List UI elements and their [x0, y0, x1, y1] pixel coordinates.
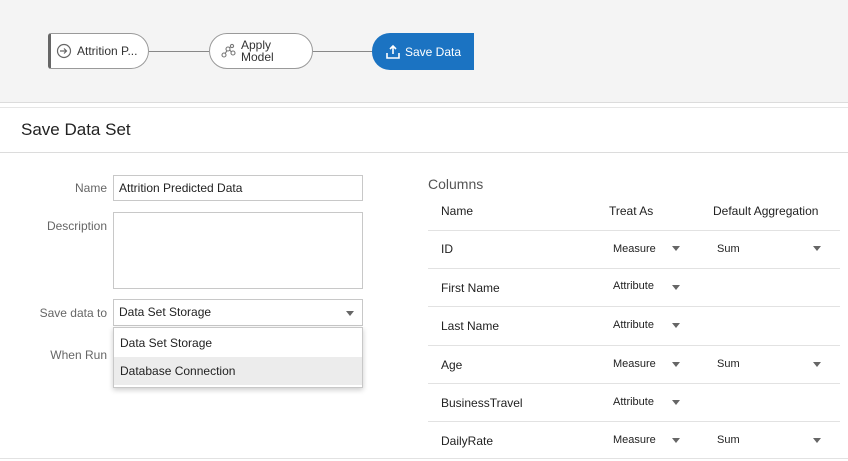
- flow-node-save-data[interactable]: Save Data: [372, 33, 474, 70]
- treat-as-select[interactable]: Attribute: [613, 268, 654, 305]
- name-input[interactable]: [113, 175, 363, 201]
- flow-node-apply-label-2: Model: [241, 50, 274, 64]
- table-row: First Name Attribute: [428, 268, 840, 306]
- chevron-down-icon[interactable]: [672, 285, 680, 290]
- flow-connector: [313, 51, 372, 52]
- panel-header: Save Data Set: [0, 107, 848, 153]
- name-label: Name: [74, 181, 107, 195]
- chevron-down-icon[interactable]: [813, 362, 821, 367]
- flow-node-apply-model[interactable]: Apply Model: [209, 33, 313, 69]
- divider: [0, 458, 848, 459]
- aggregation-select[interactable]: Sum: [717, 231, 740, 268]
- row-name: ID: [441, 242, 453, 256]
- chevron-down-icon[interactable]: [672, 323, 680, 328]
- dataset-source-icon: [56, 43, 72, 59]
- chevron-down-icon: [346, 311, 354, 316]
- save-to-select[interactable]: Data Set Storage: [113, 299, 363, 326]
- data-flow-canvas: Attrition P... Apply Model Save Data: [0, 0, 848, 103]
- description-label: Description: [46, 219, 107, 233]
- column-header-treat-as: Treat As: [609, 204, 654, 218]
- apply-model-icon: [221, 43, 236, 58]
- table-row: Age Measure Sum: [428, 345, 840, 383]
- chevron-down-icon[interactable]: [672, 438, 680, 443]
- save-to-label: Save data to: [39, 306, 107, 320]
- row-name: Last Name: [441, 319, 500, 333]
- chevron-down-icon[interactable]: [813, 438, 821, 443]
- treat-as-select[interactable]: Attribute: [613, 307, 654, 344]
- row-name: DailyRate: [441, 434, 494, 448]
- flow-node-source[interactable]: Attrition P...: [48, 33, 149, 69]
- table-row: DailyRate Measure Sum: [428, 421, 840, 459]
- chevron-down-icon[interactable]: [672, 246, 680, 251]
- flow-connector: [149, 51, 209, 52]
- table-row: Last Name Attribute: [428, 306, 840, 344]
- when-run-label: When Run: [50, 348, 107, 362]
- row-name: BusinessTravel: [441, 396, 523, 410]
- aggregation-select[interactable]: Sum: [717, 422, 740, 459]
- description-input[interactable]: [113, 212, 363, 289]
- flow-node-source-label: Attrition P...: [77, 44, 138, 58]
- dropdown-option-data-set-storage[interactable]: Data Set Storage: [114, 329, 362, 357]
- page-title: Save Data Set: [21, 120, 131, 139]
- save-to-selected-value: Data Set Storage: [119, 305, 212, 319]
- row-name: First Name: [441, 281, 500, 295]
- dropdown-option-database-connection[interactable]: Database Connection: [114, 357, 362, 385]
- save-data-icon: [386, 44, 400, 59]
- table-row: BusinessTravel Attribute: [428, 383, 840, 421]
- chevron-down-icon[interactable]: [672, 400, 680, 405]
- flow-node-save-label: Save Data: [405, 44, 462, 59]
- treat-as-select[interactable]: Measure: [613, 346, 656, 383]
- columns-title: Columns: [428, 176, 484, 192]
- row-name: Age: [441, 358, 463, 372]
- treat-as-select[interactable]: Measure: [613, 422, 656, 459]
- column-header-name: Name: [441, 204, 474, 218]
- treat-as-select[interactable]: Measure: [613, 231, 656, 268]
- chevron-down-icon[interactable]: [813, 246, 821, 251]
- chevron-down-icon[interactable]: [672, 362, 680, 367]
- table-row: ID Measure Sum: [428, 230, 840, 268]
- save-to-dropdown-list: Data Set Storage Database Connection: [113, 327, 363, 388]
- column-header-aggregation: Default Aggregation: [713, 204, 819, 218]
- aggregation-select[interactable]: Sum: [717, 346, 740, 383]
- treat-as-select[interactable]: Attribute: [613, 384, 654, 421]
